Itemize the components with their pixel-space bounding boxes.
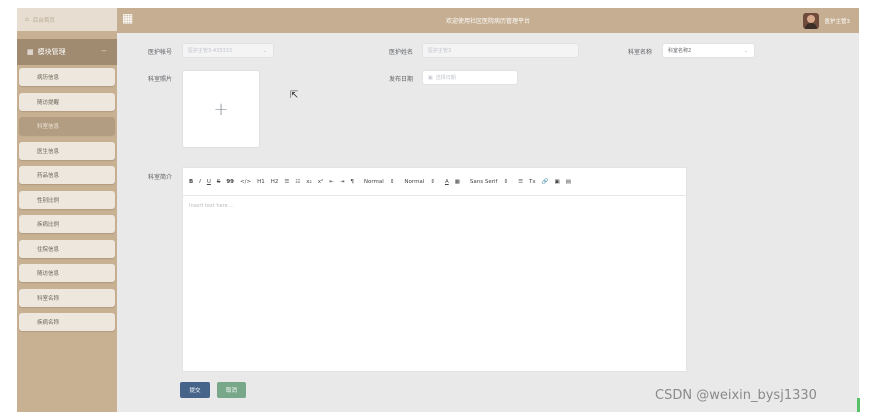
photo-label: 科室照片 (148, 76, 173, 83)
account-placeholder: 医护主管3-435333 (188, 48, 233, 54)
mouse-cursor-icon: ⇱ (290, 90, 299, 101)
home-icon: ⌂ (25, 16, 29, 23)
chevron-down-icon: ⌄ (743, 48, 748, 54)
outdent-button[interactable]: ⇤ (329, 179, 334, 185)
header2-button[interactable]: H2 (271, 179, 279, 185)
size-select-chevron-icon: ⇕ (389, 178, 395, 185)
date-label: 发布日期 (389, 76, 414, 83)
header-select[interactable]: Normal (404, 179, 424, 185)
sidebar-item-doctor-info[interactable]: 医生信息 (19, 141, 115, 160)
bold-button[interactable]: B (189, 179, 193, 185)
department-select[interactable]: 科室名称2 ⌄ (662, 43, 755, 58)
font-select-chevron-icon: ⇕ (503, 178, 509, 185)
sidebar-item-medical-records[interactable]: 病历信息 (19, 68, 115, 86)
header1-button[interactable]: H1 (257, 179, 265, 185)
text-direction-button[interactable]: ¶ (350, 179, 354, 185)
calendar-icon: ▣ (428, 74, 433, 81)
photo-upload[interactable]: + (182, 70, 260, 148)
code-block-button[interactable]: </> (240, 179, 251, 185)
date-picker[interactable]: ▣ 选择日期 (422, 70, 518, 85)
sidebar-item-disease-ratio[interactable]: 疾病比例 (19, 215, 115, 234)
subscript-button[interactable]: x₂ (306, 179, 311, 185)
cancel-button[interactable]: 取消 (217, 382, 246, 398)
account-label: 医护帐号 (148, 49, 173, 56)
grid-icon: ▦ (27, 48, 34, 56)
name-input[interactable]: 医护主管3 (422, 43, 579, 58)
name-label: 医护姓名 (389, 49, 414, 56)
chevron-down-icon: ⌄ (262, 48, 267, 54)
image-button[interactable]: ▣ (555, 179, 560, 185)
name-placeholder: 医护主管3 (428, 48, 452, 54)
font-select[interactable]: Sans Serif (470, 179, 498, 185)
underline-button[interactable]: U (207, 179, 211, 185)
size-select[interactable]: Normal (364, 179, 384, 185)
sidebar-item-disease-name[interactable]: 疾病名称 (19, 313, 115, 332)
bullet-list-button[interactable]: ☷ (295, 179, 300, 185)
ordered-list-button[interactable]: ☰ (284, 179, 289, 185)
strike-button[interactable]: S (217, 179, 221, 185)
avatar[interactable] (803, 13, 819, 29)
header-select-chevron-icon: ⇕ (430, 178, 435, 185)
align-button[interactable]: ☰ (518, 179, 523, 185)
rich-text-editor: B I U S 99 </> H1 H2 ☰ ☷ x₂ x² ⇤ ⇥ ¶ Nor… (182, 167, 687, 372)
module-header[interactable]: ▦ 模块管理 − (17, 39, 117, 65)
date-placeholder: 选择日期 (435, 75, 456, 81)
editor-toolbar: B I U S 99 </> H1 H2 ☰ ☷ x₂ x² ⇤ ⇥ ¶ Nor… (183, 168, 686, 196)
text-color-button[interactable]: A (445, 179, 449, 185)
clear-format-button[interactable]: Tx (529, 179, 536, 185)
video-button[interactable]: ▤ (566, 179, 571, 185)
scroll-indicator (857, 398, 860, 412)
sidebar-item-followup-reminder[interactable]: 随访提醒 (19, 92, 115, 111)
sidebar-item-hospitalization[interactable]: 住院信息 (19, 239, 115, 258)
watermark: CSDN @weixin_bysj1330 (655, 388, 817, 403)
sidebar: ⌂ 后台首页 ▦ 模块管理 − 病历信息 随访提醒 科室信息 医生信息 药品信息… (17, 8, 117, 412)
department-label: 科室名称 (628, 49, 653, 56)
link-button[interactable]: 🔗 (542, 179, 549, 185)
plus-icon: + (213, 98, 229, 120)
blockquote-button[interactable]: 99 (226, 179, 234, 185)
user-name[interactable]: 医护主管3 (825, 17, 851, 25)
home-label: 后台首页 (32, 17, 55, 24)
top-bar: ▦ 欢迎使用社区医院病历管理平台 医护主管3 (117, 8, 859, 33)
background-color-button[interactable]: ▦ (455, 179, 460, 185)
main-content: 医护帐号 医护主管3-435333 ⌄ 医护姓名 医护主管3 科室名称 科室名称… (117, 33, 859, 412)
collapse-icon[interactable]: − (101, 47, 107, 55)
sidebar-item-department-info[interactable]: 科室信息 (19, 117, 115, 136)
italic-button[interactable]: I (199, 179, 201, 185)
sidebar-menu: 病历信息 随访提醒 科室信息 医生信息 药品信息 性别比例 疾病比例 住院信息 … (19, 68, 115, 338)
sidebar-item-followup-info[interactable]: 随访信息 (19, 264, 115, 283)
intro-label: 科室简介 (148, 174, 173, 181)
sidebar-item-gender-ratio[interactable]: 性别比例 (19, 190, 115, 209)
submit-button[interactable]: 提交 (180, 382, 210, 398)
module-label: 模块管理 (37, 48, 66, 56)
page-title: 欢迎使用社区医院病历管理平台 (445, 18, 530, 25)
indent-button[interactable]: ⇥ (340, 179, 345, 185)
superscript-button[interactable]: x² (318, 179, 323, 185)
department-value: 科室名称2 (668, 48, 692, 54)
sidebar-item-drug-info[interactable]: 药品信息 (19, 166, 115, 185)
editor-textarea[interactable]: Insert text here ... (183, 196, 686, 216)
account-select[interactable]: 医护主管3-435333 ⌄ (182, 43, 274, 58)
home-link[interactable]: ⌂ 后台首页 (17, 8, 117, 31)
sidebar-item-department-name[interactable]: 科室名称 (19, 288, 115, 307)
